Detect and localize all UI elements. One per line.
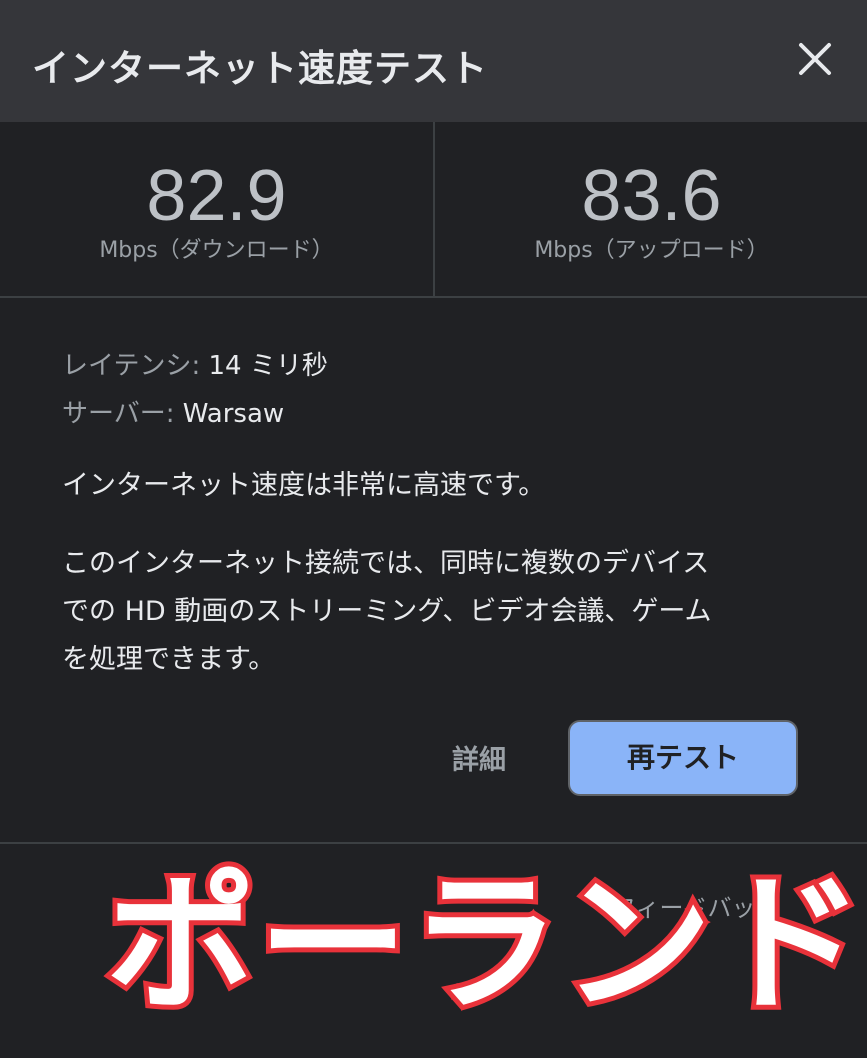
latency-value: 14 ミリ秒 — [208, 351, 328, 381]
server-key: サーバー: — [62, 399, 175, 429]
speed-test-card: インターネット速度テスト 82.9 Mbps（ダウンロード） 83.6 Mbps… — [0, 0, 867, 1058]
dialog-title: インターネット速度テスト — [32, 47, 488, 90]
retest-button[interactable]: 再テスト — [568, 720, 798, 796]
description-line: このインターネット接続では、同時に複数のデバイス — [62, 548, 710, 579]
close-icon — [799, 43, 831, 75]
latency-key: レイテンシ: — [62, 351, 201, 381]
speed-description: このインターネット接続では、同時に複数のデバイス での HD 動画のストリーミン… — [62, 540, 822, 684]
upload-metric: 83.6 Mbps（アップロード） — [435, 122, 867, 296]
details-link[interactable]: 詳細 — [452, 738, 506, 777]
download-metric: 82.9 Mbps（ダウンロード） — [0, 122, 433, 296]
server-value: Warsaw — [182, 399, 285, 429]
dialog-header: インターネット速度テスト — [0, 0, 867, 122]
description-line: での HD 動画のストリーミング、ビデオ会議、ゲーム — [62, 596, 712, 627]
download-speed-value: 82.9 — [146, 156, 287, 236]
footer-divider — [0, 842, 867, 844]
description-line: を処理できます。 — [62, 644, 276, 675]
server-row: サーバー: Warsaw — [62, 390, 822, 438]
close-button[interactable] — [790, 34, 840, 84]
speed-metrics: 82.9 Mbps（ダウンロード） 83.6 Mbps（アップロード） — [0, 122, 867, 298]
overlay-caption: ポーランド — [101, 855, 867, 1035]
upload-speed-value: 83.6 — [581, 156, 722, 236]
connection-details: レイテンシ: 14 ミリ秒 サーバー: Warsaw — [62, 342, 822, 438]
upload-speed-label: Mbps（アップロード） — [534, 238, 769, 263]
speed-summary: インターネット速度は非常に高速です。 — [62, 470, 546, 501]
latency-row: レイテンシ: 14 ミリ秒 — [62, 342, 822, 390]
download-speed-label: Mbps（ダウンロード） — [99, 238, 334, 263]
